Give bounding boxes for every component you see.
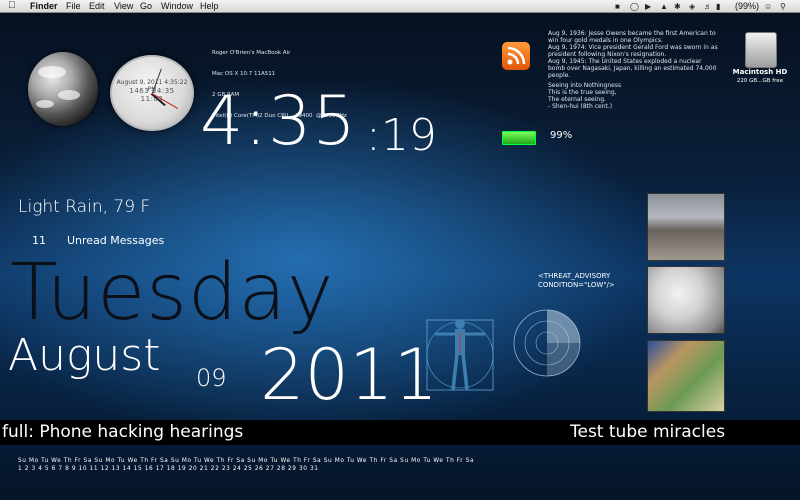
status-icon-3[interactable]: ▶	[645, 1, 651, 13]
unread-label: Unread Messages	[67, 234, 165, 247]
rss-icon[interactable]	[502, 42, 530, 70]
status-icon-1[interactable]: ■	[615, 1, 620, 13]
ticker-headline-right[interactable]: Test tube miracles	[570, 422, 725, 442]
calendar-day-numbers: 1 2 3 4 5 6 7 8 9 10 11 12 13 14 15 16 1…	[18, 466, 319, 472]
user-icon[interactable]: ☺	[764, 1, 772, 13]
wifi-icon[interactable]: ◈	[689, 1, 695, 13]
weather-map[interactable]	[647, 340, 725, 412]
day-number: 09	[196, 364, 227, 392]
unread-count: 11	[32, 234, 46, 247]
menu-view[interactable]: View	[114, 0, 133, 12]
webcam-satellite[interactable]	[647, 266, 725, 334]
webcam-beach[interactable]	[647, 193, 725, 261]
drive-name[interactable]: Macintosh HD	[725, 68, 795, 76]
clock-time: 4:35	[200, 82, 357, 161]
battery-percent[interactable]: (99%)	[735, 0, 759, 12]
battery-cap	[534, 134, 536, 140]
ticker-headline-left[interactable]: full: Phone hacking hearings	[2, 422, 243, 442]
spotlight-icon[interactable]: ⚲	[780, 1, 786, 13]
threat-advisory: <THREAT_ADVISORY CONDITION="LOW"/>	[538, 272, 615, 289]
history-text: Aug 9, 1936: Jesse Owens became the firs…	[548, 30, 718, 79]
vitruvian-figure	[426, 319, 494, 391]
clock-seconds: :19	[366, 110, 437, 161]
menu-window[interactable]: Window	[161, 0, 193, 12]
bluetooth-icon[interactable]: ✱	[674, 1, 681, 13]
year: 2011	[260, 334, 439, 416]
hard-drive-icon[interactable]	[745, 32, 777, 68]
weather-text: Light Rain, 79 F	[18, 197, 151, 217]
os-version: Mac OS X 10.7 11A511	[212, 71, 276, 77]
weekday: Tuesday	[10, 248, 335, 338]
battery-icon	[502, 131, 536, 145]
menu-bar:  Finder File Edit View Go Window Help ■…	[0, 0, 800, 13]
menu-file[interactable]: File	[66, 0, 81, 12]
battery-menu-icon[interactable]: ▮	[716, 1, 720, 13]
apple-menu-icon[interactable]: 	[8, 0, 16, 12]
volume-icon[interactable]: ♬	[704, 1, 712, 13]
radar-graphic	[513, 309, 581, 377]
computer-name: Roger O'Brien's MacBook Air	[212, 50, 291, 56]
month: August	[8, 330, 161, 381]
menu-go[interactable]: Go	[140, 0, 152, 12]
menu-finder[interactable]: Finder	[30, 0, 58, 12]
menu-help[interactable]: Help	[200, 0, 219, 12]
calendar-day-headers: Su Mo Tu We Th Fr Sa Su Mo Tu We Th Fr S…	[18, 458, 475, 464]
status-icon-4[interactable]: ▲	[660, 1, 668, 13]
drive-size: 220 GB...GB free	[736, 78, 784, 84]
battery-percent-label: 99%	[550, 130, 573, 141]
status-icon-2[interactable]: ◯	[630, 1, 639, 13]
earth-globe	[28, 52, 98, 126]
menu-edit[interactable]: Edit	[89, 0, 105, 12]
poem-text: Seeing into Nothingness This is the true…	[548, 82, 622, 110]
analog-clock: August 9, 2011 4:35:22 PM 1463 14:35 11:…	[110, 55, 194, 131]
